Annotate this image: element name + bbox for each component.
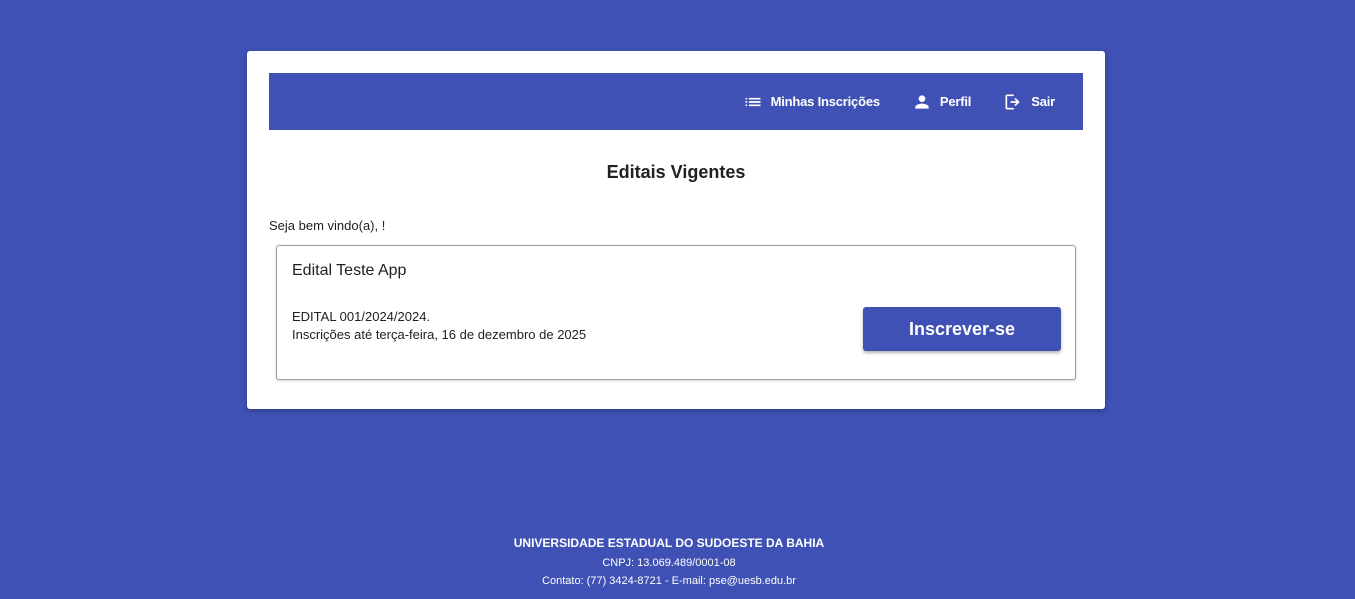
subscribe-button[interactable]: Inscrever-se (863, 307, 1061, 351)
main-card: Minhas Inscrições Perfil Sair Editais Vi… (247, 51, 1105, 409)
nav-perfil-label: Perfil (939, 94, 972, 109)
nav-minhas-inscricoes-button[interactable]: Minhas Inscrições (743, 92, 880, 112)
list-icon (743, 92, 763, 112)
footer-university: UNIVERSIDADE ESTADUAL DO SUDOESTE DA BAH… (513, 536, 825, 550)
edital-code: EDITAL 001/2024/2024. (292, 309, 431, 324)
nav-minhas-inscricoes-label: Minhas Inscrições (770, 94, 881, 109)
nav-perfil-button[interactable]: Perfil (912, 92, 971, 112)
page-title: Editais Vigentes (606, 162, 746, 182)
edital-deadline: Inscrições até terça-feira, 16 de dezemb… (292, 327, 587, 342)
footer-contact: Contato: (77) 3424-8721 - E-mail: pse@ue… (542, 575, 796, 587)
welcome-message: Seja bem vindo(a), ! (269, 218, 386, 233)
logout-icon (1003, 92, 1023, 112)
nav-sair-button[interactable]: Sair (1003, 92, 1055, 112)
edital-title: Edital Teste App (292, 262, 407, 279)
nav-sair-label: Sair (1031, 94, 1055, 109)
footer: UNIVERSIDADE ESTADUAL DO SUDOESTE DA BAH… (0, 535, 1338, 590)
footer-cnpj: CNPJ: 13.069.489/0001-08 (602, 557, 736, 569)
top-toolbar: Minhas Inscrições Perfil Sair (269, 73, 1083, 130)
person-icon (912, 92, 932, 112)
edital-card: Edital Teste App EDITAL 001/2024/2024. I… (276, 245, 1076, 380)
